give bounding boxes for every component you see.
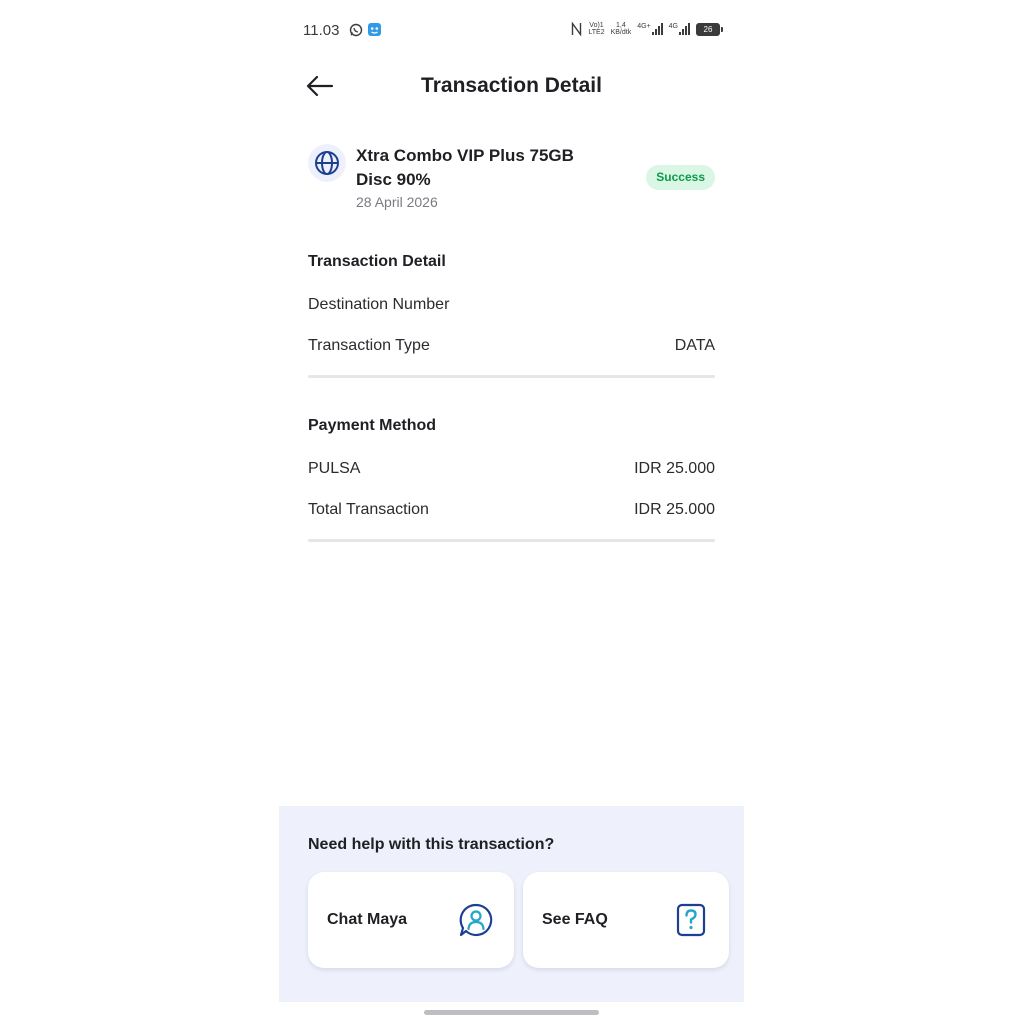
section-title: Payment Method (308, 417, 437, 434)
status-time: 11.03 (303, 22, 340, 39)
signal-1: 4G+ (637, 23, 663, 35)
transaction-detail-section: Transaction Detail Destination Number Tr… (308, 253, 715, 378)
status-right-icons: Vo)1 LTE2 1,4 KB/dtk 4G+ 4G 26 (571, 22, 723, 36)
row-label: Transaction Type (308, 336, 430, 354)
payment-row-pulsa: PULSA IDR 25.000 (308, 448, 715, 489)
volte-indicator: Vo)1 LTE2 (588, 22, 605, 36)
payment-row-total: Total Transaction IDR 25.000 (308, 489, 715, 530)
card-label: See FAQ (542, 911, 608, 928)
help-title: Need help with this transaction? (308, 836, 555, 853)
row-label: Destination Number (308, 295, 450, 313)
chat-maya-button[interactable]: Chat Maya (308, 872, 514, 968)
row-label: Total Transaction (308, 500, 429, 518)
home-indicator[interactable] (424, 1010, 599, 1015)
section-title: Transaction Detail (308, 253, 446, 270)
app-header: Transaction Detail (279, 66, 744, 106)
question-icon (676, 903, 706, 937)
signal-2: 4G (669, 23, 690, 35)
transaction-date: 28 April 2026 (356, 194, 438, 210)
chat-agent-icon (459, 903, 493, 937)
row-value: IDR 25.000 (634, 500, 715, 518)
row-value: DATA (674, 336, 715, 354)
back-arrow-icon (306, 75, 334, 97)
signal-bars-icon (651, 23, 663, 35)
page-title: Transaction Detail (421, 74, 602, 97)
divider (308, 375, 715, 378)
nfc-icon (572, 22, 582, 36)
phone-screen: 11.03 Vo)1 LTE2 1,4 KB/dtk 4G+ 4G 26 Tra… (279, 0, 744, 1024)
product-name: Xtra Combo VIP Plus 75GB Disc 90% (356, 146, 574, 189)
product-summary: Xtra Combo VIP Plus 75GB Disc 90% 28 Apr… (308, 142, 715, 218)
row-label: PULSA (308, 459, 361, 477)
row-value: IDR 25.000 (634, 459, 715, 477)
notification-icons (349, 22, 382, 37)
back-button[interactable] (305, 72, 335, 100)
globe-icon (308, 144, 346, 182)
signal-bars-icon (679, 23, 690, 35)
network-speed: 1,4 KB/dtk (610, 22, 632, 36)
detail-row-destination: Destination Number (308, 284, 715, 325)
app-notification-icon (368, 23, 381, 36)
card-label: Chat Maya (327, 911, 408, 928)
divider (308, 539, 715, 542)
status-badge: Success (646, 165, 715, 190)
status-bar: 11.03 Vo)1 LTE2 1,4 KB/dtk 4G+ 4G 26 (279, 18, 744, 46)
see-faq-button[interactable]: See FAQ (523, 872, 729, 968)
payment-method-section: Payment Method PULSA IDR 25.000 Total Tr… (308, 417, 715, 542)
whatsapp-icon (349, 23, 363, 36)
detail-row-type: Transaction Type DATA (308, 325, 715, 366)
battery-icon: 26 (696, 22, 723, 36)
help-panel: Need help with this transaction? Chat Ma… (279, 806, 744, 1002)
